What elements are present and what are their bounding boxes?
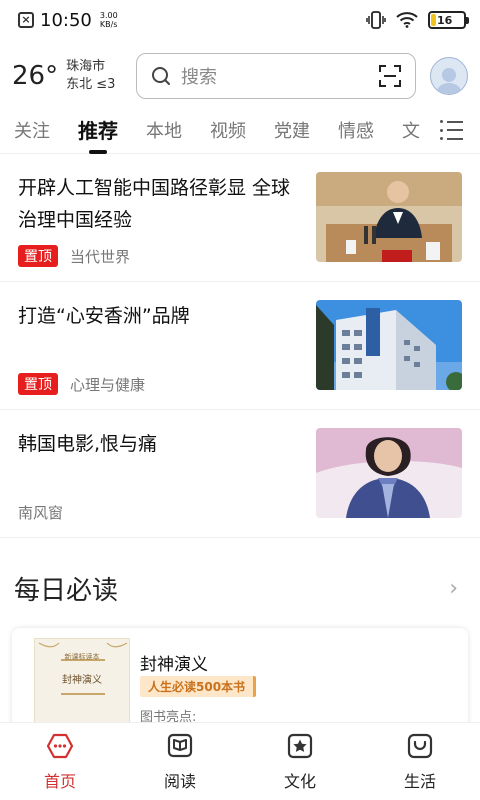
nav-life[interactable]: 生活 bbox=[360, 723, 480, 800]
bottom-nav: 首页 阅读 文化 生活 bbox=[0, 722, 480, 800]
wind-info: 东北 ≤3 bbox=[66, 77, 116, 92]
book-icon bbox=[167, 733, 193, 757]
book-title[interactable]: 封神演义 bbox=[140, 650, 208, 675]
nav-reading[interactable]: 阅读 bbox=[120, 723, 240, 800]
star-icon bbox=[287, 733, 313, 758]
news-item[interactable]: 韩国电影,恨与痛 南风窗 bbox=[0, 410, 480, 538]
news-thumbnail[interactable] bbox=[316, 300, 462, 390]
avatar[interactable] bbox=[430, 57, 468, 95]
tab-menu-icon[interactable] bbox=[440, 118, 470, 142]
news-title[interactable]: 韩国电影,恨与痛 bbox=[18, 428, 298, 460]
user-icon bbox=[436, 68, 462, 94]
nav-culture[interactable]: 文化 bbox=[240, 723, 360, 800]
tab-party[interactable]: 党建 bbox=[274, 117, 310, 143]
pinned-badge: 置顶 bbox=[18, 373, 58, 395]
news-source: 当代世界 bbox=[70, 247, 131, 266]
vibrate-icon bbox=[366, 11, 386, 29]
status-bar: × 10:50 3.00 KB/s 16 bbox=[0, 0, 480, 40]
news-title[interactable]: 开辟人工智能中国路径彰显 全球 治理中国经验 bbox=[18, 172, 298, 236]
search-bar[interactable]: 搜索 bbox=[136, 53, 416, 99]
nav-label: 首页 bbox=[43, 771, 76, 791]
nav-label: 生活 bbox=[403, 771, 436, 791]
status-time: 10:50 bbox=[40, 9, 92, 31]
category-tabs: 关注 推荐 本地 视频 党建 情感 文 bbox=[0, 106, 480, 154]
tab-emotion[interactable]: 情感 bbox=[338, 117, 374, 143]
daily-section-title: 每日必读 bbox=[14, 576, 119, 606]
nav-home[interactable]: 首页 bbox=[0, 723, 120, 800]
tab-local[interactable]: 本地 bbox=[146, 117, 182, 143]
weather-widget[interactable]: 26° 珠海市 东北 ≤3 bbox=[12, 58, 134, 94]
news-thumbnail[interactable] bbox=[316, 172, 462, 262]
notification-icon: × bbox=[18, 12, 34, 28]
book-tag: 人生必读500本书 bbox=[140, 676, 257, 697]
smile-bag-icon bbox=[407, 733, 433, 758]
pinned-badge: 置顶 bbox=[18, 245, 58, 267]
top-header: 26° 珠海市 东北 ≤3 搜索 bbox=[0, 48, 480, 104]
news-source: 心理与健康 bbox=[70, 375, 146, 394]
tab-culture[interactable]: 文 bbox=[402, 117, 420, 143]
search-icon bbox=[152, 67, 170, 85]
news-item[interactable]: 打造“心安香洲”品牌 置顶 心理与健康 bbox=[0, 282, 480, 410]
book-cover-series: 新课标读本 bbox=[64, 653, 100, 661]
search-input[interactable]: 搜索 bbox=[181, 63, 379, 89]
nav-label: 阅读 bbox=[163, 771, 196, 791]
scan-icon[interactable] bbox=[379, 65, 401, 87]
temperature: 26° bbox=[12, 61, 59, 91]
tab-recommend[interactable]: 推荐 bbox=[78, 115, 118, 144]
city-name: 珠海市 bbox=[66, 59, 106, 74]
wifi-icon bbox=[396, 12, 418, 28]
news-item[interactable]: 开辟人工智能中国路径彰显 全球 治理中国经验 置顶 当代世界 bbox=[0, 154, 480, 282]
network-speed: 3.00 KB/s bbox=[99, 11, 118, 29]
battery-icon: 16 bbox=[428, 11, 469, 29]
news-thumbnail[interactable] bbox=[316, 428, 462, 518]
tab-follow[interactable]: 关注 bbox=[14, 117, 50, 143]
home-icon bbox=[46, 733, 74, 758]
chevron-right-icon[interactable]: › bbox=[449, 576, 458, 601]
tab-video[interactable]: 视频 bbox=[210, 117, 246, 143]
book-cover-title: 封神演义 bbox=[62, 675, 102, 686]
nav-label: 文化 bbox=[283, 771, 316, 791]
battery-level bbox=[431, 14, 437, 26]
news-title[interactable]: 打造“心安香洲”品牌 bbox=[18, 300, 298, 332]
news-source: 南风窗 bbox=[18, 504, 64, 522]
